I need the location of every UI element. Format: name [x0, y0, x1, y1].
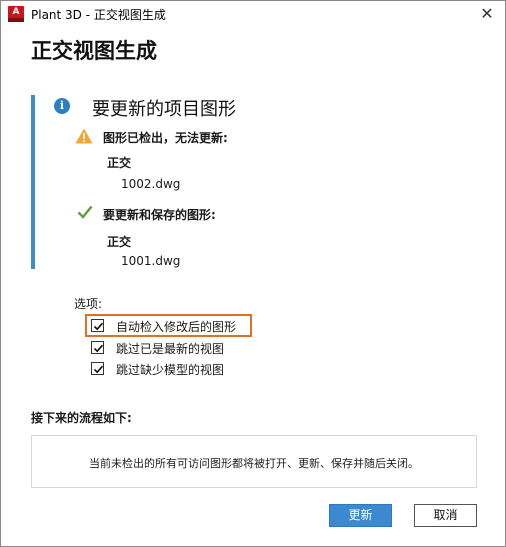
checkmark-icon [77, 205, 93, 219]
autocad-app-icon: A [8, 6, 24, 22]
info-panel: i 要更新的项目图形 图形已检出，无法更新: 正交 1002.dwg 要更新和保… [31, 95, 471, 269]
checked-out-label: 图形已检出，无法更新: [103, 131, 228, 145]
dialog-window: A Plant 3D - 正交视图生成 ✕ 正交视图生成 i 要更新的项目图形 … [0, 0, 506, 547]
info-icon: i [54, 98, 70, 114]
skip-up-to-date-label: 跳过已是最新的视图 [116, 342, 225, 356]
to-update-file: 1001.dwg [121, 254, 181, 268]
warning-icon [75, 128, 93, 144]
close-button[interactable]: ✕ [469, 1, 505, 26]
next-steps-box: 当前未检出的所有可访问图形都将被打开、更新、保存并随后关闭。 [31, 435, 477, 488]
auto-checkin-label: 自动检入修改后的图形 [116, 320, 237, 334]
title-bar: A Plant 3D - 正交视图生成 ✕ [1, 1, 505, 26]
checked-out-file: 1002.dwg [121, 177, 181, 191]
update-button[interactable]: 更新 [329, 504, 392, 527]
checkbox-icon[interactable] [91, 341, 104, 354]
to-update-group: 正交 [107, 235, 132, 249]
checked-out-group: 正交 [107, 156, 132, 170]
next-steps-label: 接下来的流程如下: [31, 411, 132, 425]
info-title: 要更新的项目图形 [92, 99, 236, 120]
checkbox-icon[interactable] [91, 319, 104, 332]
cancel-button[interactable]: 取消 [414, 504, 477, 527]
skip-missing-model-label: 跳过缺少模型的视图 [116, 363, 225, 377]
next-steps-text: 当前未检出的所有可访问图形都将被打开、更新、保存并随后关闭。 [89, 457, 419, 470]
window-title: Plant 3D - 正交视图生成 [31, 8, 166, 22]
close-icon: ✕ [480, 4, 494, 23]
checkbox-icon[interactable] [91, 362, 104, 375]
page-title: 正交视图生成 [31, 39, 157, 63]
options-label: 选项: [74, 297, 103, 311]
to-update-label: 要更新和保存的图形: [103, 208, 216, 222]
